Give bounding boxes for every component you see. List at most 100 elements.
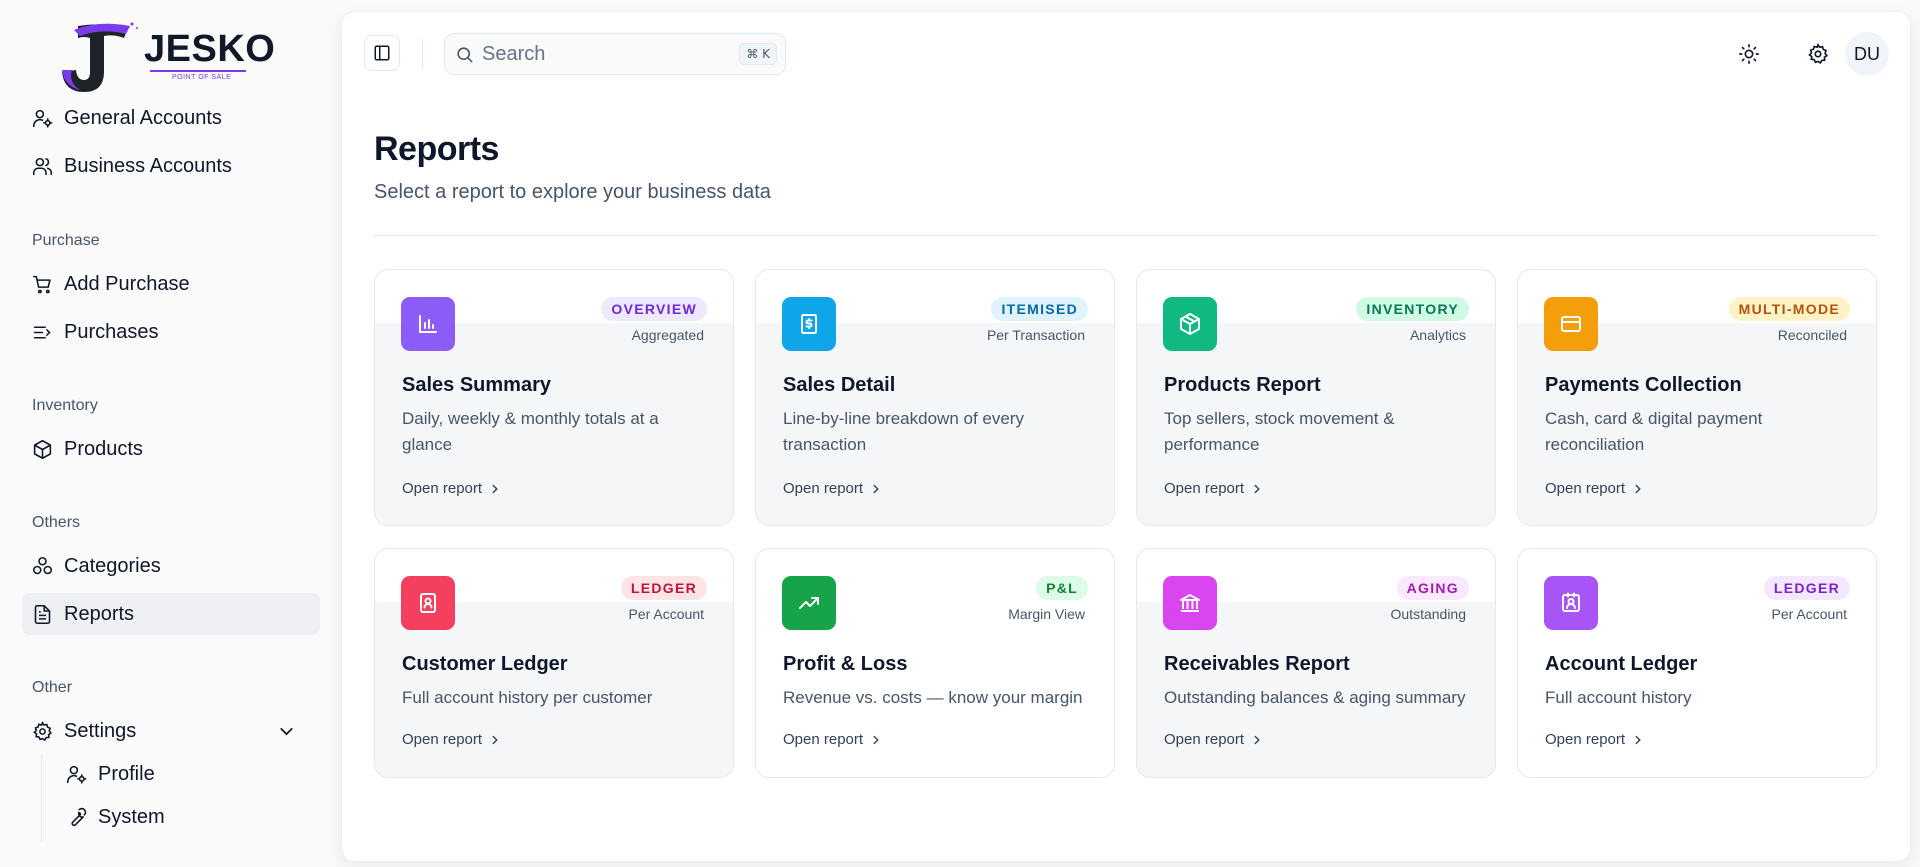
card-title: Receivables Report xyxy=(1164,653,1350,675)
chevron-right-icon xyxy=(1254,484,1260,493)
open-report-label: Open report xyxy=(1164,731,1245,748)
sidebar-item-reports[interactable]: Reports xyxy=(22,593,320,635)
theme-toggle-button[interactable] xyxy=(1730,35,1768,73)
open-report-link[interactable]: Open report xyxy=(402,731,502,748)
contact-square-icon xyxy=(1562,592,1580,612)
logo-mark-icon xyxy=(62,22,138,92)
list-icon xyxy=(33,325,51,339)
sidebar-item-label: Business Accounts xyxy=(64,154,232,177)
card-badge-caption: Analytics xyxy=(1409,327,1466,343)
open-report-label: Open report xyxy=(402,480,483,497)
card-title: Payments Collection xyxy=(1545,374,1742,396)
submenu-guide-line xyxy=(41,754,42,842)
card-icon-tile xyxy=(782,297,836,351)
sidebar-item-profile[interactable]: Profile xyxy=(56,753,320,795)
card-icon-tile xyxy=(1544,297,1598,351)
sidebar-section-other: Other xyxy=(32,679,73,696)
sidebar-item-add-purchase[interactable]: Add Purchase xyxy=(22,263,320,305)
open-report-link[interactable]: Open report xyxy=(1545,480,1645,497)
page-title: Reports xyxy=(374,130,499,168)
gear-icon xyxy=(1808,43,1828,65)
topbar-separator xyxy=(422,39,423,69)
bar-chart-icon xyxy=(419,315,437,333)
sun-icon xyxy=(1739,44,1759,64)
card-description: Daily, weekly & monthly totals at a glan… xyxy=(402,409,659,454)
chevron-down-icon[interactable] xyxy=(276,721,297,742)
card-description: Cash, card & digital payment reconciliat… xyxy=(1545,409,1763,454)
brand-logo[interactable]: JESKO POINT OF SALE xyxy=(58,20,275,96)
sidebar-item-label: Add Purchase xyxy=(64,272,190,295)
card-badge-caption: Per Account xyxy=(1771,606,1848,622)
report-card-account-ledger[interactable]: LEDGER Per Account Account Ledger Full a… xyxy=(1517,548,1877,778)
open-report-link[interactable]: Open report xyxy=(1545,731,1645,748)
card-title: Sales Summary xyxy=(402,374,551,396)
card-badge-caption: Outstanding xyxy=(1390,606,1467,622)
open-report-link[interactable]: Open report xyxy=(783,480,883,497)
report-card-payments-collection[interactable]: MULTI-MODE Reconciled Payments Collectio… xyxy=(1517,269,1877,526)
sidebar-item-label: Settings xyxy=(64,719,137,742)
open-report-link[interactable]: Open report xyxy=(783,731,883,748)
card-icon-tile xyxy=(401,297,455,351)
sidebar-section-others: Others xyxy=(32,514,81,531)
card-badge-caption: Reconciled xyxy=(1777,327,1847,343)
report-card-profit-loss[interactable]: P&L Margin View Profit & Loss Revenue vs… xyxy=(755,548,1115,778)
card-title: Customer Ledger xyxy=(402,653,568,675)
sidebar-item-purchases[interactable]: Purchases xyxy=(22,311,320,353)
report-card-receivables-report[interactable]: AGING Outstanding Receivables Report Out… xyxy=(1136,548,1496,778)
card-badge-caption: Per Account xyxy=(628,606,705,622)
search-box[interactable]: ⌘ K xyxy=(444,33,786,75)
report-card-sales-detail[interactable]: ITEMISED Per Transaction Sales Detail Li… xyxy=(755,269,1115,526)
chevron-right-icon xyxy=(873,484,879,493)
open-report-link[interactable]: Open report xyxy=(402,480,502,497)
sidebar: JESKO POINT OF SALE General Accounts Bus… xyxy=(0,0,340,867)
credit-card-icon xyxy=(1561,316,1581,332)
cart-icon xyxy=(32,275,51,293)
receipt-dollar-icon xyxy=(801,314,817,334)
trending-up-icon xyxy=(799,597,819,609)
user-cog-icon xyxy=(32,109,53,128)
chevron-right-icon xyxy=(492,735,498,744)
users-icon xyxy=(32,157,53,175)
sidebar-section-purchase: Purchase xyxy=(32,232,100,249)
settings-button[interactable] xyxy=(1799,35,1837,73)
sidebar-item-general-accounts[interactable]: General Accounts xyxy=(22,97,320,139)
card-title: Account Ledger xyxy=(1545,653,1698,675)
card-title: Sales Detail xyxy=(783,374,896,396)
sidebar-item-products[interactable]: Products xyxy=(22,428,320,470)
bank-icon xyxy=(1180,594,1200,612)
toggle-sidebar-button[interactable] xyxy=(364,35,400,71)
report-card-products-report[interactable]: INVENTORY Analytics Products Report Top … xyxy=(1136,269,1496,526)
open-report-link[interactable]: Open report xyxy=(1164,731,1264,748)
sidebar-item-label: Categories xyxy=(64,554,161,577)
card-badge: AGING xyxy=(1396,576,1469,600)
sidebar-item-categories[interactable]: Categories xyxy=(22,545,320,587)
card-badge-caption: Margin View xyxy=(1008,606,1085,622)
file-text-icon xyxy=(34,604,51,624)
open-report-link[interactable]: Open report xyxy=(1164,480,1264,497)
sidebar-item-settings[interactable]: Settings xyxy=(22,710,320,752)
card-description: Line-by-line breakdown of every transact… xyxy=(783,409,1024,454)
open-report-label: Open report xyxy=(1545,480,1626,497)
search-input[interactable] xyxy=(482,42,722,66)
sidebar-item-business-accounts[interactable]: Business Accounts xyxy=(22,145,320,187)
card-description: Top sellers, stock movement & performanc… xyxy=(1164,409,1395,454)
card-title: Products Report xyxy=(1164,374,1321,396)
search-shortcut: ⌘ K xyxy=(739,43,777,65)
avatar[interactable]: DU xyxy=(1845,32,1889,76)
user-cog-icon xyxy=(66,765,87,784)
package-icon xyxy=(1180,313,1200,335)
card-description: Outstanding balances & aging summary xyxy=(1164,688,1466,707)
header-divider xyxy=(374,235,1878,236)
brand-name: JESKO xyxy=(144,28,276,70)
card-icon-tile xyxy=(782,576,836,630)
sidebar-item-label: General Accounts xyxy=(64,106,222,129)
card-badge: LEDGER xyxy=(1763,576,1850,600)
sidebar-item-label: Products xyxy=(64,437,143,460)
card-icon-tile xyxy=(401,576,455,630)
card-badge: LEDGER xyxy=(620,576,707,600)
report-card-sales-summary[interactable]: OVERVIEW Aggregated Sales Summary Daily,… xyxy=(374,269,734,526)
report-card-customer-ledger[interactable]: LEDGER Per Account Customer Ledger Full … xyxy=(374,548,734,778)
sidebar-item-system[interactable]: System xyxy=(56,796,320,838)
sidebar-section-inventory: Inventory xyxy=(32,397,98,414)
contact-book-icon xyxy=(420,593,436,613)
